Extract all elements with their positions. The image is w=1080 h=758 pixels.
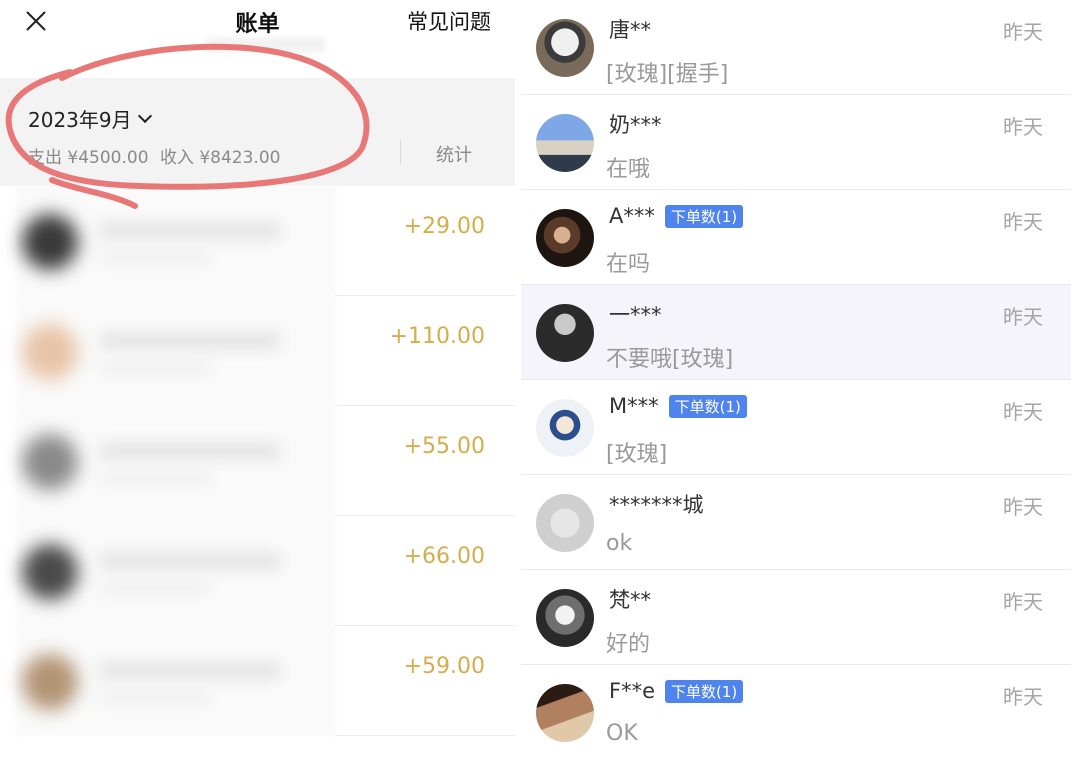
transaction-row[interactable]: +29.00 — [0, 186, 515, 296]
blurred-subtitle — [100, 692, 210, 704]
chat-title: F**e 下单数(1) — [609, 679, 744, 703]
chat-row[interactable]: A*** 下单数(1) 在吗 昨天 — [521, 190, 1071, 285]
avatar[interactable] — [536, 399, 594, 457]
avatar[interactable] — [536, 684, 594, 742]
transaction-amount: +110.00 — [389, 324, 485, 349]
blurred-subtitle — [100, 252, 210, 264]
order-count-badge: 下单数(1) — [668, 394, 747, 418]
order-count-badge: 下单数(1) — [664, 204, 744, 228]
transaction-row[interactable]: +59.00 — [0, 626, 515, 736]
chat-title: M*** 下单数(1) — [609, 394, 747, 418]
transaction-amount: +55.00 — [403, 434, 485, 459]
blurred-title — [100, 442, 280, 460]
blurred-avatar — [22, 434, 78, 490]
transaction-amount: +59.00 — [403, 654, 485, 679]
chat-row[interactable]: *******城 ok 昨天 — [521, 475, 1071, 570]
stats-button[interactable]: 统计 — [436, 141, 472, 167]
income-total: 收入 ¥8423.00 — [159, 148, 281, 168]
blurred-title — [100, 222, 280, 240]
blurred-title — [100, 332, 280, 350]
chevron-down-icon — [137, 108, 152, 123]
blurred-title — [100, 552, 280, 570]
blurred-subtitle — [100, 472, 210, 484]
message-time: 昨天 — [1003, 20, 1043, 44]
message-time: 昨天 — [1003, 210, 1043, 234]
avatar[interactable] — [536, 304, 594, 362]
blurred-subtitle — [100, 582, 210, 594]
blurred-title — [100, 662, 280, 680]
avatar[interactable] — [536, 114, 594, 172]
month-selector[interactable]: 2023年9月 — [28, 104, 152, 133]
chat-title: 梵** — [609, 584, 651, 614]
contact-name: 梵** — [609, 588, 651, 612]
message-time: 昨天 — [1003, 305, 1043, 329]
blurred-avatar — [22, 544, 78, 600]
chat-row[interactable]: F**e 下单数(1) OK 昨天 — [521, 665, 1071, 758]
message-preview: 在哦 — [606, 157, 651, 182]
message-time: 昨天 — [1003, 495, 1043, 519]
blurred-subtitle — [100, 362, 210, 374]
chat-title: 唐** — [609, 14, 651, 44]
contact-name: M*** — [609, 394, 659, 418]
totals-line: 支出 ¥4500.00 收入 ¥8423.00 — [28, 143, 280, 168]
chat-title: *******城 — [609, 489, 704, 519]
chat-row[interactable]: 奶*** 在哦 昨天 — [521, 95, 1071, 190]
month-summary: 2023年9月 支出 ¥4500.00 收入 ¥8423.00 统计 — [0, 78, 515, 186]
bill-header: 账单 常见问题 — [0, 0, 515, 78]
order-count-badge: 下单数(1) — [665, 679, 744, 703]
chat-row[interactable]: 梵** 好的 昨天 — [521, 570, 1071, 665]
chat-title: A*** 下单数(1) — [609, 204, 744, 228]
contact-name: 奶*** — [609, 113, 662, 137]
transaction-amount: +66.00 — [403, 544, 485, 569]
contact-name: 一*** — [609, 303, 662, 327]
message-time: 昨天 — [1003, 685, 1043, 709]
chat-list: 唐** [玫瑰][握手] 昨天 奶*** 在哦 昨天 A*** 下单数(1) 在吗 昨天 一*** 不… — [521, 0, 1080, 758]
expense-total: 支出 ¥4500.00 — [28, 148, 149, 168]
contact-name: F**e — [609, 679, 655, 703]
chat-row[interactable]: 唐** [玫瑰][握手] 昨天 — [521, 0, 1071, 95]
message-time: 昨天 — [1003, 590, 1043, 614]
blurred-avatar — [22, 654, 78, 710]
chat-row[interactable]: M*** 下单数(1) [玫瑰] 昨天 — [521, 380, 1071, 475]
chat-title: 奶*** — [609, 109, 662, 139]
message-time: 昨天 — [1003, 400, 1043, 424]
contact-name: *******城 — [609, 493, 704, 517]
row-divider — [335, 735, 515, 736]
message-preview: OK — [606, 721, 638, 746]
chat-list-panel: 唐** [玫瑰][握手] 昨天 奶*** 在哦 昨天 A*** 下单数(1) 在吗 昨天 一*** 不… — [521, 0, 1080, 758]
bill-panel: 账单 常见问题 2023年9月 支出 ¥4500.00 收入 ¥8423.00 … — [0, 0, 515, 758]
faq-link[interactable]: 常见问题 — [407, 6, 491, 36]
message-preview: [玫瑰][握手] — [606, 62, 729, 87]
avatar[interactable] — [536, 19, 594, 77]
avatar[interactable] — [536, 589, 594, 647]
message-preview: 在吗 — [606, 252, 651, 277]
avatar[interactable] — [536, 209, 594, 267]
divider — [400, 140, 401, 164]
message-time: 昨天 — [1003, 115, 1043, 139]
message-preview: ok — [606, 531, 633, 556]
blurred-subtitle — [205, 38, 325, 52]
transaction-row[interactable]: +66.00 — [0, 516, 515, 626]
chat-title: 一*** — [609, 299, 662, 329]
message-preview: 好的 — [606, 632, 651, 657]
message-preview: 不要哦[玫瑰] — [606, 347, 734, 372]
message-preview: [玫瑰] — [606, 442, 668, 467]
transaction-list: +29.00 +110.00 +55.00 +66.00 +59.00 — [0, 186, 515, 736]
chat-row[interactable]: 一*** 不要哦[玫瑰] 昨天 — [521, 285, 1071, 380]
month-label: 2023年9月 — [28, 108, 132, 132]
blurred-avatar — [22, 324, 78, 380]
avatar[interactable] — [536, 494, 594, 552]
transaction-row[interactable]: +55.00 — [0, 406, 515, 516]
contact-name: A*** — [609, 204, 655, 228]
transaction-amount: +29.00 — [403, 214, 485, 239]
contact-name: 唐** — [609, 18, 651, 42]
transaction-row[interactable]: +110.00 — [0, 296, 515, 406]
blurred-avatar — [22, 214, 78, 270]
